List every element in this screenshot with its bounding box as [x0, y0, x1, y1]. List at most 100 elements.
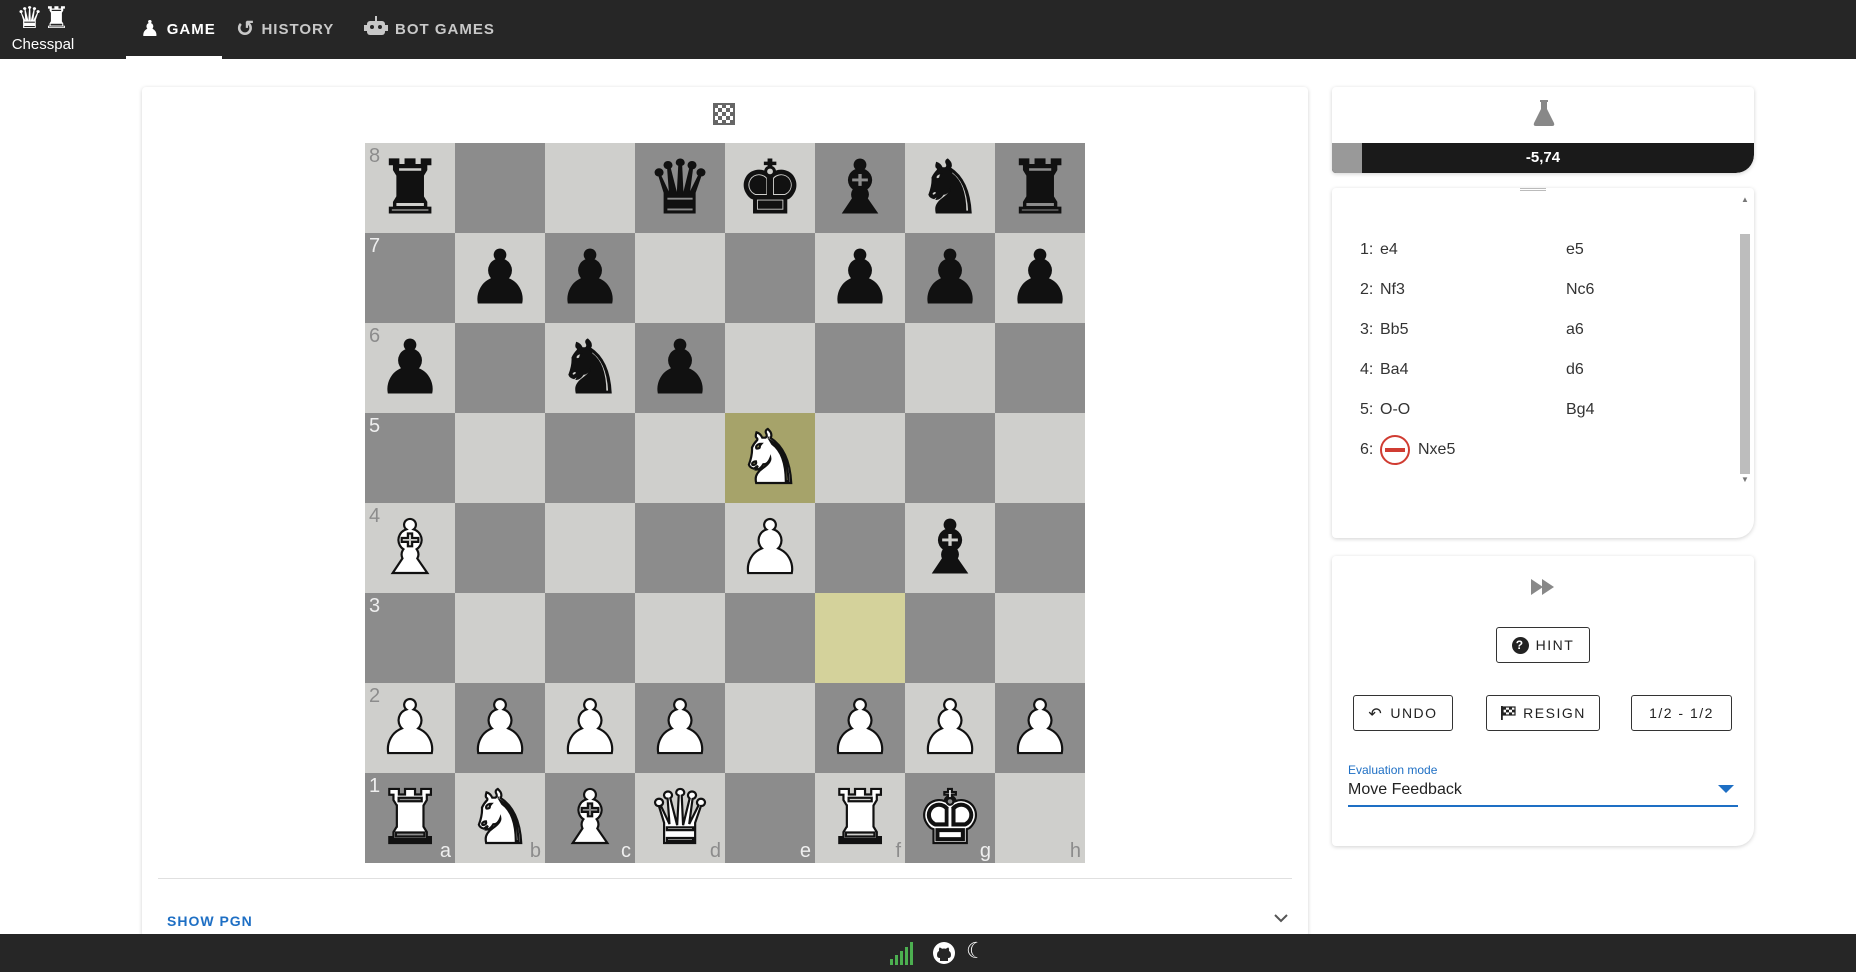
flask-icon[interactable]	[1532, 99, 1556, 127]
square-d5[interactable]	[635, 413, 725, 503]
square-h1[interactable]: h	[995, 773, 1085, 863]
square-c1[interactable]: c ♝	[545, 773, 635, 863]
black-queen-icon[interactable]: ♛	[646, 143, 713, 233]
app-logo[interactable]: ♛♜ Chesspal	[10, 4, 76, 56]
drag-handle-icon[interactable]	[1520, 188, 1546, 191]
square-a3[interactable]: 3	[365, 593, 455, 683]
show-pgn-button[interactable]: SHOW PGN	[167, 913, 253, 929]
black-knight-icon[interactable]: ♞	[556, 323, 623, 413]
white-king-icon[interactable]: ♚	[916, 773, 985, 863]
square-c7[interactable]: ♟	[545, 233, 635, 323]
black-bishop-icon[interactable]: ♝	[916, 503, 983, 593]
square-d2[interactable]: ♟	[635, 683, 725, 773]
white-move[interactable]: e4	[1380, 241, 1566, 259]
square-d4[interactable]	[635, 503, 725, 593]
square-a5[interactable]: 5	[365, 413, 455, 503]
black-king-icon[interactable]: ♚	[736, 143, 803, 233]
black-rook-icon[interactable]: ♜	[376, 143, 443, 233]
offer-draw-button[interactable]: 1/2 - 1/2	[1631, 695, 1732, 731]
tab-game[interactable]: ♟ GAME	[126, 0, 222, 59]
undo-button[interactable]: ↶ UNDO	[1353, 695, 1453, 731]
white-move[interactable]: Nxe5	[1380, 435, 1566, 465]
square-e7[interactable]	[725, 233, 815, 323]
scroll-up-icon[interactable]: ▲	[1739, 194, 1751, 206]
white-move[interactable]: Ba4	[1380, 361, 1566, 379]
black-pawn-icon[interactable]: ♟	[646, 323, 713, 413]
square-a8[interactable]: 8 ♜	[365, 143, 455, 233]
white-move[interactable]: O-O	[1380, 401, 1566, 419]
square-e4[interactable]: ♟	[725, 503, 815, 593]
square-b6[interactable]	[455, 323, 545, 413]
white-pawn-icon[interactable]: ♟	[916, 683, 985, 773]
scroll-thumb[interactable]	[1740, 234, 1750, 474]
chevron-down-icon[interactable]	[1274, 907, 1288, 928]
square-f2[interactable]: ♟	[815, 683, 905, 773]
tab-history[interactable]: ↺ HISTORY	[236, 0, 334, 59]
square-b3[interactable]	[455, 593, 545, 683]
square-e6[interactable]	[725, 323, 815, 413]
square-a4[interactable]: 4 ♝	[365, 503, 455, 593]
square-b8[interactable]	[455, 143, 545, 233]
square-c2[interactable]: ♟	[545, 683, 635, 773]
white-knight-icon[interactable]: ♞	[736, 413, 805, 503]
square-e8[interactable]: ♚	[725, 143, 815, 233]
black-move[interactable]: e5	[1566, 241, 1686, 259]
square-e5[interactable]: ♞	[725, 413, 815, 503]
square-b5[interactable]	[455, 413, 545, 503]
white-pawn-icon[interactable]: ♟	[736, 503, 805, 593]
white-pawn-icon[interactable]: ♟	[376, 683, 445, 773]
resign-button[interactable]: RESIGN	[1486, 695, 1600, 731]
square-f5[interactable]	[815, 413, 905, 503]
square-f6[interactable]	[815, 323, 905, 413]
white-pawn-icon[interactable]: ♟	[646, 683, 715, 773]
black-move[interactable]: Bg4	[1566, 401, 1686, 419]
square-f7[interactable]: ♟	[815, 233, 905, 323]
black-move[interactable]: a6	[1566, 321, 1686, 339]
white-bishop-icon[interactable]: ♝	[556, 773, 625, 863]
square-b7[interactable]: ♟	[455, 233, 545, 323]
square-a2[interactable]: 2 ♟	[365, 683, 455, 773]
moon-icon[interactable]: ☾	[966, 939, 986, 964]
square-c6[interactable]: ♞	[545, 323, 635, 413]
square-c8[interactable]	[545, 143, 635, 233]
black-pawn-icon[interactable]: ♟	[916, 233, 983, 323]
square-d1[interactable]: d ♛	[635, 773, 725, 863]
square-a7[interactable]: 7	[365, 233, 455, 323]
square-d8[interactable]: ♛	[635, 143, 725, 233]
white-rook-icon[interactable]: ♜	[376, 773, 445, 863]
black-pawn-icon[interactable]: ♟	[466, 233, 533, 323]
chess-board[interactable]: 8 ♜ ♛ ♚ ♝ ♞ ♜ 7 ♟ ♟ ♟ ♟ ♟ 6 ♟ ♞ ♟ 5 ♞ 4 ♝ ♟ ♝ 3 2 ♟ ♟ ♟ ♟ ♟ ♟ ♟ 1 a ♜ b ♞ c ♝ d…	[365, 143, 1085, 863]
square-f3[interactable]	[815, 593, 905, 683]
square-e3[interactable]	[725, 593, 815, 683]
white-move[interactable]: Nf3	[1380, 281, 1566, 299]
square-h3[interactable]	[995, 593, 1085, 683]
square-g5[interactable]	[905, 413, 995, 503]
square-h6[interactable]	[995, 323, 1085, 413]
black-pawn-icon[interactable]: ♟	[826, 233, 893, 323]
square-g7[interactable]: ♟	[905, 233, 995, 323]
white-pawn-icon[interactable]: ♟	[556, 683, 625, 773]
square-c4[interactable]	[545, 503, 635, 593]
dropdown-arrow-icon[interactable]	[1718, 785, 1734, 793]
white-pawn-icon[interactable]: ♟	[826, 683, 895, 773]
scroll-down-icon[interactable]: ▼	[1739, 474, 1751, 486]
square-b4[interactable]	[455, 503, 545, 593]
square-c3[interactable]	[545, 593, 635, 683]
black-pawn-icon[interactable]: ♟	[376, 323, 443, 413]
black-move[interactable]: d6	[1566, 361, 1686, 379]
square-h2[interactable]: ♟	[995, 683, 1085, 773]
white-knight-icon[interactable]: ♞	[466, 773, 535, 863]
square-f4[interactable]	[815, 503, 905, 593]
square-h8[interactable]: ♜	[995, 143, 1085, 233]
white-bishop-icon[interactable]: ♝	[376, 503, 445, 593]
flip-board-button[interactable]	[713, 103, 735, 125]
white-pawn-icon[interactable]: ♟	[1006, 683, 1075, 773]
white-move[interactable]: Bb5	[1380, 321, 1566, 339]
square-h4[interactable]	[995, 503, 1085, 593]
white-queen-icon[interactable]: ♛	[646, 773, 715, 863]
square-g8[interactable]: ♞	[905, 143, 995, 233]
square-c5[interactable]	[545, 413, 635, 503]
move-list-scrollbar[interactable]: ▲ ▼	[1739, 194, 1751, 486]
evaluation-mode-select[interactable]: Evaluation mode Move Feedback	[1348, 763, 1738, 815]
square-a1[interactable]: 1 a ♜	[365, 773, 455, 863]
